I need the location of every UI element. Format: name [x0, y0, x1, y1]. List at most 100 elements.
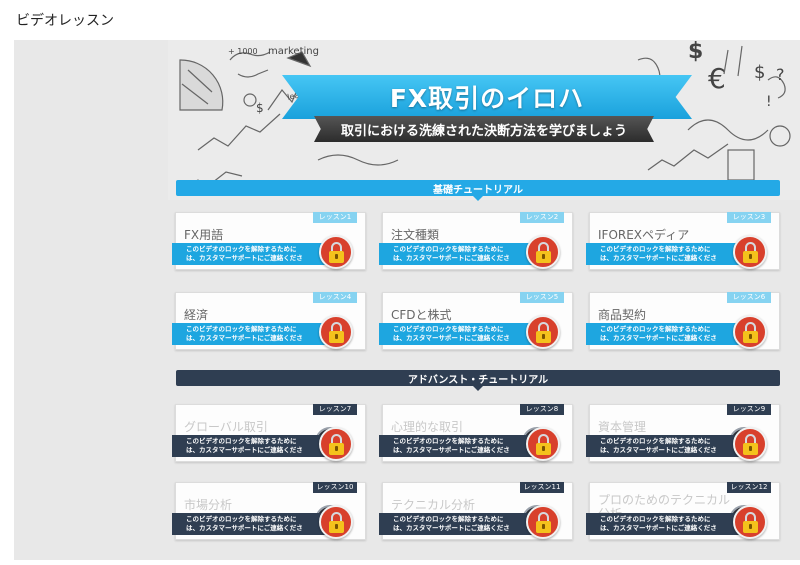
lesson-number-tag: レッスン4 [313, 292, 357, 303]
locked-message-line1: このビデオのロックを解除するために [600, 325, 711, 333]
plus-doodle-label: + 1000 [228, 47, 258, 56]
lesson-title: グローバル取引 [184, 420, 268, 434]
lesson-card-4[interactable]: レッスン4 経済 このビデオのロックを解除するために は、カスタマーサポートにご… [172, 292, 366, 350]
padlock-icon [319, 505, 353, 539]
locked-message-banner: このビデオのロックを解除するために は、カスタマーサポートにご連絡くださ [172, 513, 334, 535]
lesson-number-tag: レッスン5 [520, 292, 564, 303]
lesson-number-tag: レッスン11 [520, 482, 564, 493]
lesson-card-2[interactable]: レッスン2 注文種類 このビデオのロックを解除するために は、カスタマーサポート… [379, 212, 573, 270]
locked-message-line2: は、カスタマーサポートにご連絡くださ [393, 446, 510, 454]
locked-message-line1: このビデオのロックを解除するために [186, 245, 297, 253]
hero-title: FX取引のイロハ [389, 84, 585, 113]
lesson-card-12[interactable]: レッスン12 プロのためのテクニカル分析 このビデオのロックを解除するために は… [586, 482, 780, 540]
locked-message-banner: このビデオのロックを解除するために は、カスタマーサポートにご連絡くださ [586, 243, 748, 265]
locked-message-line2: は、カスタマーサポートにご連絡くださ [600, 254, 717, 262]
padlock-icon [733, 427, 767, 461]
lesson-title: 市場分析 [184, 498, 233, 512]
lesson-title: テクニカル分析 [391, 498, 476, 512]
marketing-doodle-label: marketing [268, 46, 319, 57]
lesson-card-1[interactable]: レッスン1 FX用語 このビデオのロックを解除するために は、カスタマーサポート… [172, 212, 366, 270]
lesson-number-tag: レッスン12 [727, 482, 771, 493]
locked-message-banner: このビデオのロックを解除するために は、カスタマーサポートにご連絡くださ [586, 323, 748, 345]
lesson-title: 経済 [184, 308, 209, 322]
padlock-icon [733, 235, 767, 269]
locked-message-banner: このビデオのロックを解除するために は、カスタマーサポートにご連絡くださ [379, 435, 541, 457]
lesson-number-tag: レッスン8 [520, 404, 564, 415]
locked-message-banner: このビデオのロックを解除するために は、カスタマーサポートにご連絡くださ [379, 243, 541, 265]
locked-message-line2: は、カスタマーサポートにご連絡くださ [186, 446, 303, 454]
lesson-title: 心理的な取引 [391, 420, 464, 434]
locked-message-banner: このビデオのロックを解除するために は、カスタマーサポートにご連絡くださ [379, 323, 541, 345]
locked-message-line2: は、カスタマーサポートにご連絡くださ [600, 446, 717, 454]
lesson-title: 資本管理 [598, 420, 647, 434]
svg-text:?: ? [776, 65, 785, 84]
locked-message-banner: このビデオのロックを解除するために は、カスタマーサポートにご連絡くださ [586, 513, 748, 535]
locked-message-banner: このビデオのロックを解除するために は、カスタマーサポートにご連絡くださ [586, 435, 748, 457]
locked-message-line2: は、カスタマーサポートにご連絡くださ [393, 254, 510, 262]
padlock-icon [319, 235, 353, 269]
advanced-tutorial-label: アドバンスト・チュートリアル [407, 374, 549, 386]
lesson-card-8[interactable]: レッスン8 心理的な取引 このビデオのロックを解除するために は、カスタマーサポ… [379, 404, 573, 462]
locked-message-banner: このビデオのロックを解除するために は、カスタマーサポートにご連絡くださ [379, 513, 541, 535]
padlock-icon [319, 315, 353, 349]
svg-text:$: $ [688, 40, 703, 64]
lesson-card-5[interactable]: レッスン5 CFDと株式 このビデオのロックを解除するために は、カスタマーサポ… [379, 292, 573, 350]
lesson-number-tag: レッスン9 [727, 404, 771, 415]
lesson-number-tag: レッスン7 [313, 404, 357, 415]
hero-subtitle-ribbon: 取引における洗練された決断方法を学びましょう [314, 116, 654, 142]
locked-message-line1: このビデオのロックを解除するために [393, 515, 504, 523]
locked-message-line1: このビデオのロックを解除するために [186, 325, 297, 333]
basic-tutorial-header: 基礎チュートリアル [176, 180, 780, 201]
locked-message-line1: このビデオのロックを解除するために [393, 437, 504, 445]
lesson-number-tag: レッスン10 [313, 482, 357, 493]
advanced-tutorial-notch [473, 386, 483, 391]
lesson-title: IFOREXペディア [598, 228, 690, 242]
locked-message-line1: このビデオのロックを解除するために [186, 515, 297, 523]
padlock-icon [733, 315, 767, 349]
locked-message-banner: このビデオのロックを解除するために は、カスタマーサポートにご連絡くださ [172, 323, 334, 345]
basic-tutorial-label: 基礎チュートリアル [433, 184, 523, 196]
locked-message-line1: このビデオのロックを解除するために [600, 515, 711, 523]
hero-subtitle: 取引における洗練された決断方法を学びましょう [340, 123, 627, 139]
lesson-number-tag: レッスン2 [520, 212, 564, 223]
padlock-icon [526, 315, 560, 349]
lesson-title: 商品契約 [598, 308, 647, 322]
locked-message-line1: このビデオのロックを解除するために [186, 437, 297, 445]
locked-message-line1: このビデオのロックを解除するために [600, 245, 711, 253]
locked-message-banner: このビデオのロックを解除するために は、カスタマーサポートにご連絡くださ [172, 435, 334, 457]
svg-text:€: € [708, 62, 726, 95]
locked-message-line1: このビデオのロックを解除するために [393, 325, 504, 333]
lesson-card-3[interactable]: レッスン3 IFOREXペディア このビデオのロックを解除するために は、カスタ… [586, 212, 780, 270]
lesson-card-6[interactable]: レッスン6 商品契約 このビデオのロックを解除するために は、カスタマーサポート… [586, 292, 780, 350]
padlock-icon [733, 505, 767, 539]
padlock-icon [526, 235, 560, 269]
svg-text:!: ! [766, 94, 772, 110]
lesson-title: 注文種類 [391, 228, 440, 242]
hero-title-ribbon: FX取引のイロハ [282, 75, 692, 119]
lesson-card-7[interactable]: レッスン7 グローバル取引 このビデオのロックを解除するために は、カスタマーサ… [172, 404, 366, 462]
lesson-card-9[interactable]: レッスン9 資本管理 このビデオのロックを解除するために は、カスタマーサポート… [586, 404, 780, 462]
locked-message-line1: このビデオのロックを解除するために [600, 437, 711, 445]
locked-message-line2: は、カスタマーサポートにご連絡くださ [186, 254, 303, 262]
locked-message-line2: は、カスタマーサポートにご連絡くださ [393, 334, 510, 342]
locked-message-line1: このビデオのロックを解除するために [393, 245, 504, 253]
lesson-card-10[interactable]: レッスン10 市場分析 このビデオのロックを解除するために は、カスタマーサポー… [172, 482, 366, 540]
lesson-number-tag: レッスン3 [727, 212, 771, 223]
lesson-title: CFDと株式 [391, 308, 452, 322]
padlock-icon [526, 505, 560, 539]
locked-message-line2: は、カスタマーサポートにご連絡くださ [186, 334, 303, 342]
locked-message-line2: は、カスタマーサポートにご連絡くださ [600, 524, 717, 532]
lesson-title: FX用語 [184, 228, 224, 242]
video-lessons-panel: marketing leadership + 1000 $ € $ ? ! $ … [14, 40, 800, 560]
padlock-icon [319, 427, 353, 461]
page-title: ビデオレッスン [16, 13, 114, 29]
svg-text:$: $ [256, 101, 264, 115]
basic-tutorial-notch [473, 196, 483, 201]
locked-message-line2: は、カスタマーサポートにご連絡くださ [186, 524, 303, 532]
locked-message-banner: このビデオのロックを解除するために は、カスタマーサポートにご連絡くださ [172, 243, 334, 265]
lesson-number-tag: レッスン6 [727, 292, 771, 303]
lesson-card-11[interactable]: レッスン11 テクニカル分析 このビデオのロックを解除するために は、カスタマー… [379, 482, 573, 540]
advanced-tutorial-header: アドバンスト・チュートリアル [176, 370, 780, 391]
padlock-icon [526, 427, 560, 461]
svg-text:$: $ [754, 62, 765, 83]
